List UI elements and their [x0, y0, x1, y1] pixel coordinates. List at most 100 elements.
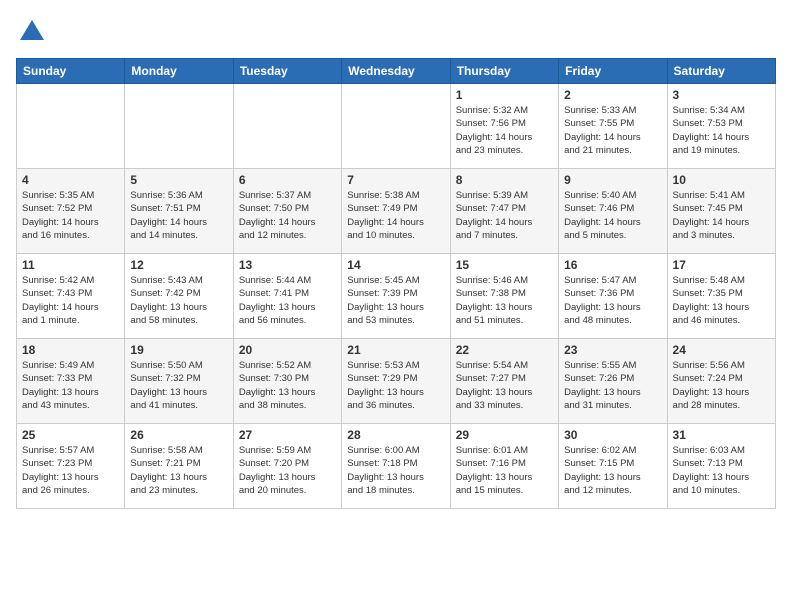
day-number: 29 — [456, 428, 553, 442]
weekday-header-cell: Sunday — [17, 59, 125, 84]
logo-icon — [16, 16, 48, 48]
day-info: Sunrise: 5:48 AM Sunset: 7:35 PM Dayligh… — [673, 274, 770, 327]
day-info: Sunrise: 5:45 AM Sunset: 7:39 PM Dayligh… — [347, 274, 444, 327]
day-number: 13 — [239, 258, 336, 272]
day-number: 3 — [673, 88, 770, 102]
day-number: 27 — [239, 428, 336, 442]
day-info: Sunrise: 5:39 AM Sunset: 7:47 PM Dayligh… — [456, 189, 553, 242]
calendar-cell: 31 Sunrise: 6:03 AM Sunset: 7:13 PM Dayli… — [667, 424, 775, 509]
calendar-week-row: 1 Sunrise: 5:32 AM Sunset: 7:56 PM Daylig… — [17, 84, 776, 169]
day-info: Sunrise: 5:33 AM Sunset: 7:55 PM Dayligh… — [564, 104, 661, 157]
calendar-cell: 14Sunrise: 5:45 AM Sunset: 7:39 PM Dayli… — [342, 254, 450, 339]
day-info: Sunrise: 5:37 AM Sunset: 7:50 PM Dayligh… — [239, 189, 336, 242]
day-number: 5 — [130, 173, 227, 187]
day-number: 9 — [564, 173, 661, 187]
calendar-week-row: 11 Sunrise: 5:42 AM Sunset: 7:43 PM Dayli… — [17, 254, 776, 339]
weekday-header-cell: Wednesday — [342, 59, 450, 84]
calendar-cell: 22Sunrise: 5:54 AM Sunset: 7:27 PM Dayli… — [450, 339, 558, 424]
day-info: Sunrise: 5:56 AM Sunset: 7:24 PM Dayligh… — [673, 359, 770, 412]
day-info: Sunrise: 5:53 AM Sunset: 7:29 PM Dayligh… — [347, 359, 444, 412]
day-number: 20 — [239, 343, 336, 357]
calendar-cell: 2 Sunrise: 5:33 AM Sunset: 7:55 PM Daylig… — [559, 84, 667, 169]
calendar-cell: 4 Sunrise: 5:35 AM Sunset: 7:52 PM Daylig… — [17, 169, 125, 254]
day-number: 11 — [22, 258, 119, 272]
day-number: 2 — [564, 88, 661, 102]
calendar-cell: 29 Sunrise: 6:01 AM Sunset: 7:16 PM Dayli… — [450, 424, 558, 509]
calendar-cell: 11 Sunrise: 5:42 AM Sunset: 7:43 PM Dayli… — [17, 254, 125, 339]
day-number: 21 — [347, 343, 444, 357]
calendar-cell — [17, 84, 125, 169]
calendar-cell: 13 Sunrise: 5:44 AM Sunset: 7:41 PM Dayli… — [233, 254, 341, 339]
day-number: 8 — [456, 173, 553, 187]
calendar-cell: 25 Sunrise: 5:57 AM Sunset: 7:23 PM Dayli… — [17, 424, 125, 509]
calendar-cell: 28 Sunrise: 6:00 AM Sunset: 7:18 PM Dayli… — [342, 424, 450, 509]
day-number: 4 — [22, 173, 119, 187]
calendar-cell: 5Sunrise: 5:36 AM Sunset: 7:51 PM Daylig… — [125, 169, 233, 254]
day-info: Sunrise: 5:41 AM Sunset: 7:45 PM Dayligh… — [673, 189, 770, 242]
calendar-cell: 26Sunrise: 5:58 AM Sunset: 7:21 PM Dayli… — [125, 424, 233, 509]
calendar-cell: 24Sunrise: 5:56 AM Sunset: 7:24 PM Dayli… — [667, 339, 775, 424]
day-number: 22 — [456, 343, 553, 357]
calendar-cell: 16 Sunrise: 5:47 AM Sunset: 7:36 PM Dayli… — [559, 254, 667, 339]
day-info: Sunrise: 6:02 AM Sunset: 7:15 PM Dayligh… — [564, 444, 661, 497]
calendar-cell: 21 Sunrise: 5:53 AM Sunset: 7:29 PM Dayli… — [342, 339, 450, 424]
day-number: 16 — [564, 258, 661, 272]
calendar-cell: 27Sunrise: 5:59 AM Sunset: 7:20 PM Dayli… — [233, 424, 341, 509]
day-number: 26 — [130, 428, 227, 442]
calendar-cell: 15 Sunrise: 5:46 AM Sunset: 7:38 PM Dayli… — [450, 254, 558, 339]
day-number: 10 — [673, 173, 770, 187]
calendar: SundayMondayTuesdayWednesdayThursdayFrid… — [16, 58, 776, 509]
day-info: Sunrise: 5:46 AM Sunset: 7:38 PM Dayligh… — [456, 274, 553, 327]
day-info: Sunrise: 6:03 AM Sunset: 7:13 PM Dayligh… — [673, 444, 770, 497]
calendar-cell — [342, 84, 450, 169]
calendar-cell: 19 Sunrise: 5:50 AM Sunset: 7:32 PM Dayli… — [125, 339, 233, 424]
calendar-cell: 8 Sunrise: 5:39 AM Sunset: 7:47 PM Daylig… — [450, 169, 558, 254]
weekday-header-cell: Thursday — [450, 59, 558, 84]
day-info: Sunrise: 6:01 AM Sunset: 7:16 PM Dayligh… — [456, 444, 553, 497]
day-info: Sunrise: 5:44 AM Sunset: 7:41 PM Dayligh… — [239, 274, 336, 327]
day-info: Sunrise: 5:49 AM Sunset: 7:33 PM Dayligh… — [22, 359, 119, 412]
day-number: 19 — [130, 343, 227, 357]
day-info: Sunrise: 5:43 AM Sunset: 7:42 PM Dayligh… — [130, 274, 227, 327]
calendar-cell: 23Sunrise: 5:55 AM Sunset: 7:26 PM Dayli… — [559, 339, 667, 424]
weekday-header-cell: Tuesday — [233, 59, 341, 84]
day-info: Sunrise: 5:57 AM Sunset: 7:23 PM Dayligh… — [22, 444, 119, 497]
day-info: Sunrise: 5:38 AM Sunset: 7:49 PM Dayligh… — [347, 189, 444, 242]
day-number: 31 — [673, 428, 770, 442]
day-number: 1 — [456, 88, 553, 102]
day-info: Sunrise: 5:34 AM Sunset: 7:53 PM Dayligh… — [673, 104, 770, 157]
logo — [16, 16, 52, 48]
weekday-header-cell: Saturday — [667, 59, 775, 84]
weekday-header-cell: Friday — [559, 59, 667, 84]
day-info: Sunrise: 5:32 AM Sunset: 7:56 PM Dayligh… — [456, 104, 553, 157]
day-number: 15 — [456, 258, 553, 272]
day-number: 7 — [347, 173, 444, 187]
day-number: 12 — [130, 258, 227, 272]
day-number: 18 — [22, 343, 119, 357]
day-number: 30 — [564, 428, 661, 442]
day-info: Sunrise: 5:52 AM Sunset: 7:30 PM Dayligh… — [239, 359, 336, 412]
day-info: Sunrise: 5:55 AM Sunset: 7:26 PM Dayligh… — [564, 359, 661, 412]
calendar-cell: 7 Sunrise: 5:38 AM Sunset: 7:49 PM Daylig… — [342, 169, 450, 254]
calendar-cell: 18 Sunrise: 5:49 AM Sunset: 7:33 PM Dayli… — [17, 339, 125, 424]
weekday-header-cell: Monday — [125, 59, 233, 84]
calendar-week-row: 18 Sunrise: 5:49 AM Sunset: 7:33 PM Dayli… — [17, 339, 776, 424]
day-number: 28 — [347, 428, 444, 442]
day-number: 25 — [22, 428, 119, 442]
calendar-cell: 9 Sunrise: 5:40 AM Sunset: 7:46 PM Daylig… — [559, 169, 667, 254]
weekday-header-row: SundayMondayTuesdayWednesdayThursdayFrid… — [17, 59, 776, 84]
calendar-cell: 1 Sunrise: 5:32 AM Sunset: 7:56 PM Daylig… — [450, 84, 558, 169]
day-info: Sunrise: 5:50 AM Sunset: 7:32 PM Dayligh… — [130, 359, 227, 412]
calendar-cell: 6 Sunrise: 5:37 AM Sunset: 7:50 PM Daylig… — [233, 169, 341, 254]
calendar-cell: 3 Sunrise: 5:34 AM Sunset: 7:53 PM Daylig… — [667, 84, 775, 169]
day-info: Sunrise: 6:00 AM Sunset: 7:18 PM Dayligh… — [347, 444, 444, 497]
day-number: 6 — [239, 173, 336, 187]
day-info: Sunrise: 5:42 AM Sunset: 7:43 PM Dayligh… — [22, 274, 119, 327]
day-info: Sunrise: 5:40 AM Sunset: 7:46 PM Dayligh… — [564, 189, 661, 242]
day-info: Sunrise: 5:47 AM Sunset: 7:36 PM Dayligh… — [564, 274, 661, 327]
day-info: Sunrise: 5:35 AM Sunset: 7:52 PM Dayligh… — [22, 189, 119, 242]
calendar-cell — [233, 84, 341, 169]
calendar-cell: 10 Sunrise: 5:41 AM Sunset: 7:45 PM Dayli… — [667, 169, 775, 254]
calendar-cell: 20 Sunrise: 5:52 AM Sunset: 7:30 PM Dayli… — [233, 339, 341, 424]
calendar-body: 1 Sunrise: 5:32 AM Sunset: 7:56 PM Daylig… — [17, 84, 776, 509]
